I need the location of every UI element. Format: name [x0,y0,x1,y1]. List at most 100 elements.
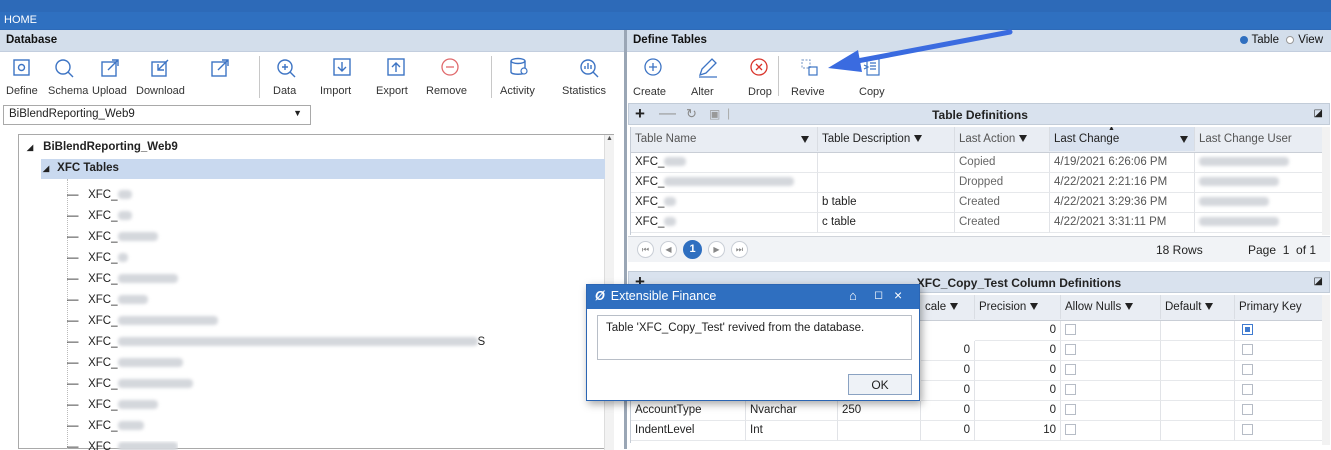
drop-button[interactable]: Drop [748,86,772,98]
grid-scrollbar[interactable] [1322,295,1330,445]
filter-icon[interactable] [1180,136,1188,143]
upload-icon-2[interactable] [210,57,232,79]
column-type-cell[interactable]: Int [746,421,838,441]
precision-cell[interactable]: 0 [975,341,1061,361]
tree-item[interactable]: — XFC_ [67,210,132,222]
tree-item[interactable]: — XFC_ S [67,336,485,348]
table-name-cell[interactable]: XFC_ [631,153,818,173]
define-button[interactable]: Define [6,85,38,97]
restore-icon[interactable]: ⌂ [849,288,857,303]
home-tab[interactable]: HOME [0,12,1331,29]
schema-icon[interactable] [53,57,75,79]
primary-key-cell[interactable] [1235,341,1322,361]
schema-button[interactable]: Schema [48,85,88,97]
statistics-icon[interactable] [578,57,600,79]
drop-icon[interactable] [749,57,771,79]
expand-icon[interactable]: ◪ [1314,276,1323,287]
column-size-cell[interactable]: 250 [838,401,921,421]
grid-scrollbar[interactable] [1322,127,1330,235]
create-button[interactable]: Create [633,86,666,98]
collapse-arrow-icon[interactable]: ◢ [43,164,49,173]
column-type-cell[interactable]: Nvarchar [746,401,838,421]
alter-pencil-icon[interactable] [697,57,719,79]
close-icon[interactable]: × [894,287,902,303]
tree-group-selected[interactable] [41,159,605,179]
allow-nulls-cell[interactable] [1061,361,1161,381]
default-cell[interactable] [1161,341,1235,361]
scale-cell[interactable]: 0 [921,381,975,401]
table-name-cell[interactable]: XFC_ [631,213,818,233]
precision-cell[interactable]: 0 [975,381,1061,401]
scale-cell[interactable]: 0 [921,341,975,361]
primary-key-cell[interactable] [1235,361,1322,381]
checkbox[interactable] [1065,424,1076,436]
tree-item[interactable]: — XFC_ [67,231,158,243]
default-cell[interactable] [1161,321,1235,341]
column-header[interactable]: Precision [975,295,1061,319]
filter-icon[interactable] [950,303,959,311]
filter-icon[interactable] [1019,135,1028,143]
column-header[interactable]: Last Change User [1195,127,1322,151]
column-header-sorted[interactable]: Last Change ▲ [1050,127,1195,151]
view-radio-option[interactable]: View [1286,34,1323,46]
column-header[interactable]: Last Action [955,127,1050,151]
column-size-cell[interactable] [838,421,921,441]
primary-key-cell[interactable] [1235,381,1322,401]
checkbox[interactable] [1065,324,1076,336]
remove-icon[interactable] [440,57,462,79]
tree-item[interactable]: — XFC_ [67,315,218,327]
table-description-cell[interactable]: c table [818,213,955,233]
table-radio-option[interactable]: Table [1239,34,1279,46]
revive-icon[interactable] [799,57,821,79]
download-icon[interactable] [150,57,172,79]
default-cell[interactable] [1161,401,1235,421]
maximize-icon[interactable]: ◻ [874,288,883,301]
allow-nulls-cell[interactable] [1061,401,1161,421]
precision-cell[interactable]: 0 [975,321,1061,341]
filter-icon[interactable] [914,135,923,143]
allow-nulls-cell[interactable] [1061,421,1161,441]
prev-page-button[interactable]: ◀ [660,241,677,258]
filter-icon[interactable] [801,136,809,143]
import-icon[interactable] [332,57,354,79]
define-icon[interactable] [12,58,32,78]
default-cell[interactable] [1161,361,1235,381]
first-page-button[interactable]: ⏮ [637,241,654,258]
checkbox[interactable] [1242,364,1253,376]
checkbox[interactable] [1065,344,1076,356]
column-header[interactable]: cale [921,295,975,319]
tree-item[interactable]: — XFC_ [67,420,144,432]
table-description-cell[interactable]: b table [818,193,955,213]
checkbox[interactable] [1065,404,1076,416]
tree-item[interactable]: — XFC_ [67,399,158,411]
import-button[interactable]: Import [320,85,351,97]
alter-button[interactable]: Alter [691,86,714,98]
checkbox[interactable] [1242,384,1253,396]
download-button[interactable]: Download [136,85,185,97]
default-cell[interactable] [1161,421,1235,441]
column-header[interactable]: Table Name [631,127,818,151]
table-name-cell[interactable]: XFC_ [631,193,818,213]
precision-cell[interactable]: 0 [975,361,1061,381]
checkbox[interactable] [1065,384,1076,396]
export-button[interactable]: Export [376,85,408,97]
tree-item[interactable]: — XFC_ [67,357,183,369]
tree-root[interactable]: ◢ BiBlendReporting_Web9 [27,141,178,153]
column-name-cell[interactable]: AccountType [631,401,746,421]
activity-button[interactable]: Activity [500,85,535,97]
checkbox[interactable] [1242,344,1253,356]
revive-button[interactable]: Revive [791,86,825,98]
primary-key-cell[interactable] [1235,321,1322,341]
table-description-cell[interactable] [818,173,955,193]
checkbox[interactable] [1242,424,1253,436]
column-header[interactable]: Table Description [818,127,955,151]
filter-icon[interactable] [1030,303,1039,311]
expand-icon[interactable]: ◪ [1314,108,1323,119]
checkbox-checked[interactable] [1242,324,1253,336]
tree-item[interactable]: — XFC_ [67,378,193,390]
allow-nulls-cell[interactable] [1061,321,1161,341]
statistics-button[interactable]: Statistics [562,85,606,97]
next-page-button[interactable]: ▶ [708,241,725,258]
copy-button[interactable]: Copy [859,86,885,98]
allow-nulls-cell[interactable] [1061,381,1161,401]
